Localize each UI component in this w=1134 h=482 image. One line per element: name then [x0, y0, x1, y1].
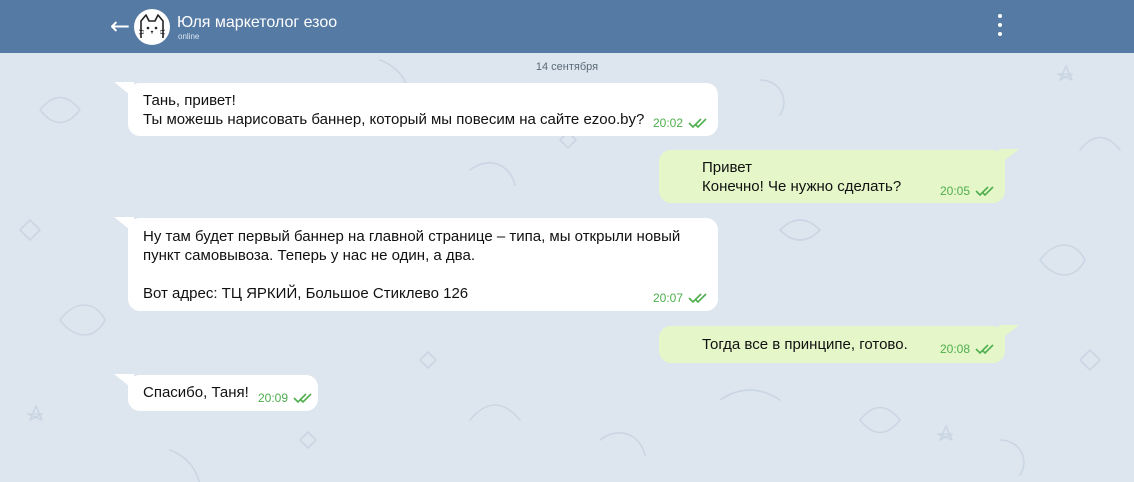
message-time: 20:07	[653, 291, 684, 305]
message-text: Привет Конечно! Че нужно сделать?	[702, 159, 902, 195]
message-bubble-incoming[interactable]: Ну там будет первый баннер на главной ст…	[114, 217, 718, 311]
double-check-icon	[975, 344, 994, 355]
contact-avatar[interactable]	[134, 9, 170, 45]
contact-name[interactable]: Юля маркетолог езоо	[177, 14, 337, 32]
back-arrow-icon[interactable]: ←	[110, 12, 136, 40]
bubble-tail	[114, 217, 134, 233]
message-meta: 20:08	[940, 342, 997, 356]
message-bubble-incoming[interactable]: Спасибо, Таня! 20:09	[114, 374, 318, 411]
message-meta: 20:05	[940, 184, 997, 198]
message-meta: 20:09	[258, 391, 315, 405]
chat-header: ← Юля маркетолог езоо online	[0, 0, 1134, 53]
double-check-icon	[688, 293, 707, 304]
bubble-tail	[999, 149, 1019, 165]
message-time: 20:08	[940, 342, 971, 356]
message-meta: 20:02	[653, 116, 710, 130]
bubble-tail	[114, 374, 134, 390]
message-text: Тань, привет! Ты можешь нарисовать банне…	[143, 92, 645, 128]
message-bubble-incoming[interactable]: Тань, привет! Ты можешь нарисовать банне…	[114, 82, 718, 136]
message-text: Спасибо, Таня!	[143, 384, 249, 401]
message-meta: 20:07	[653, 291, 710, 305]
message-text: Тогда все в принципе, готово.	[702, 336, 908, 353]
bubble-tail	[999, 325, 1019, 341]
double-check-icon	[975, 186, 994, 197]
contact-status: online	[178, 32, 200, 41]
message-time: 20:02	[653, 116, 684, 130]
message-time: 20:05	[940, 184, 971, 198]
double-check-icon	[688, 118, 707, 129]
bubble-tail	[114, 82, 134, 98]
double-check-icon	[293, 393, 312, 404]
message-bubble-outgoing[interactable]: Тогда все в принципе, готово. 20:08	[659, 325, 1019, 363]
message-time: 20:09	[258, 391, 289, 405]
more-vertical-icon[interactable]	[990, 11, 1010, 39]
message-text: Ну там будет первый баннер на главной ст…	[143, 228, 681, 302]
cat-avatar-icon	[138, 14, 166, 38]
date-separator: 14 сентября	[535, 61, 599, 73]
message-bubble-outgoing[interactable]: Привет Конечно! Че нужно сделать? 20:05	[659, 149, 1019, 203]
